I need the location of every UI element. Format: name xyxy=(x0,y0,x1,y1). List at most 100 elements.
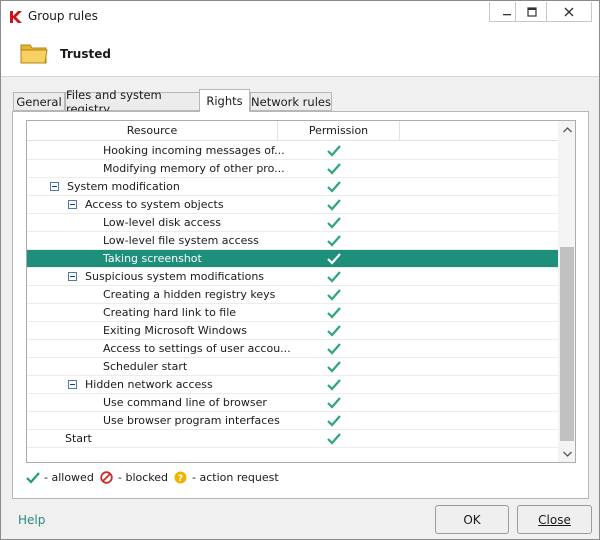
rule-header: Trusted xyxy=(1,31,599,77)
tree-row[interactable]: Access to settings of user accou... xyxy=(27,340,558,358)
tree-row[interactable]: Use browser program interfaces xyxy=(27,412,558,430)
collapse-icon[interactable] xyxy=(68,380,77,389)
check-icon xyxy=(26,471,40,484)
allowed-check-icon[interactable] xyxy=(327,271,341,283)
tree-row[interactable]: Creating a hidden registry keys xyxy=(27,286,558,304)
folder-icon xyxy=(20,44,48,64)
tree-row[interactable]: Hidden network access xyxy=(27,376,558,394)
tree-row[interactable]: Hooking incoming messages of... xyxy=(27,142,558,160)
legend-allowed: - allowed xyxy=(26,471,94,484)
allowed-check-icon[interactable] xyxy=(327,307,341,319)
resource-label: Suspicious system modifications xyxy=(85,270,265,283)
close-button[interactable]: Close xyxy=(517,505,592,534)
resource-label: Hooking incoming messages of... xyxy=(103,144,285,157)
close-button-label: Close xyxy=(538,512,571,527)
scroll-down-button[interactable] xyxy=(558,445,575,462)
maximize-button[interactable] xyxy=(515,2,547,22)
maximize-icon xyxy=(526,6,537,17)
allowed-check-icon[interactable] xyxy=(327,325,341,337)
chevron-up-icon xyxy=(562,126,572,132)
resource-label: Use command line of browser xyxy=(103,396,267,409)
allowed-check-icon[interactable] xyxy=(327,415,341,427)
tab-label: Rights xyxy=(206,94,243,108)
allowed-check-icon[interactable] xyxy=(327,217,341,229)
resource-label: Modifying memory of other pro... xyxy=(103,162,285,175)
resource-label: Creating hard link to file xyxy=(103,306,237,319)
column-header-resource[interactable]: Resource xyxy=(27,121,278,141)
resource-label: Low-level file system access xyxy=(103,234,259,247)
collapse-icon[interactable] xyxy=(68,200,77,209)
column-header: Resource Permission xyxy=(27,121,558,141)
column-header-permission[interactable]: Permission xyxy=(278,121,400,141)
title-bar[interactable]: Group rules xyxy=(1,1,599,31)
tree-row[interactable]: System modification xyxy=(27,178,558,196)
tree-row[interactable]: Creating hard link to file xyxy=(27,304,558,322)
tree-row[interactable]: Low-level disk access xyxy=(27,214,558,232)
tree-row[interactable]: Use command line of browser xyxy=(27,394,558,412)
allowed-check-icon[interactable] xyxy=(327,145,341,157)
tree-row[interactable]: Low-level file system access xyxy=(27,232,558,250)
legend-allowed-label: - allowed xyxy=(44,471,94,484)
resource-label: Exiting Microsoft Windows xyxy=(103,324,247,337)
resource-label: System modification xyxy=(67,180,180,193)
resource-label: Taking screenshot xyxy=(103,252,202,265)
allowed-check-icon[interactable] xyxy=(327,379,341,391)
allowed-check-icon[interactable] xyxy=(327,433,341,445)
tree-row[interactable]: Scheduler start xyxy=(27,358,558,376)
close-icon xyxy=(564,7,574,16)
collapse-icon[interactable] xyxy=(68,272,77,281)
resource-label: Scheduler start xyxy=(103,360,188,373)
resource-label: Access to system objects xyxy=(85,198,224,211)
help-link[interactable]: Help xyxy=(18,513,45,527)
minimize-icon xyxy=(502,13,511,15)
allowed-check-icon[interactable] xyxy=(327,181,341,193)
tree-row[interactable]: Exiting Microsoft Windows xyxy=(27,322,558,340)
tab-general[interactable]: General xyxy=(13,92,65,111)
tree-row[interactable]: Taking screenshot xyxy=(27,250,558,268)
allowed-check-icon[interactable] xyxy=(327,163,341,175)
allowed-check-icon[interactable] xyxy=(327,397,341,409)
group-rules-window: Group rules Trusted General Files and sy… xyxy=(0,0,600,540)
resource-label: Low-level disk access xyxy=(103,216,221,229)
permission-legend: - allowed - blocked ? - action request xyxy=(26,471,426,487)
svg-text:?: ? xyxy=(178,474,183,484)
resource-label: Access to settings of user accou... xyxy=(103,342,291,355)
scroll-thumb[interactable] xyxy=(560,247,574,441)
allowed-check-icon[interactable] xyxy=(327,361,341,373)
legend-action-request: ? - action request xyxy=(174,471,279,484)
close-window-button[interactable] xyxy=(546,2,592,22)
resource-label: Creating a hidden registry keys xyxy=(103,288,276,301)
tree-row[interactable]: Access to system objects xyxy=(27,196,558,214)
tree-row[interactable]: Suspicious system modifications xyxy=(27,268,558,286)
rights-panel: Resource Permission Hooking incoming mes… xyxy=(12,111,589,499)
allowed-check-icon[interactable] xyxy=(327,289,341,301)
tree-row[interactable]: Modifying memory of other pro... xyxy=(27,160,558,178)
collapse-icon[interactable] xyxy=(50,182,59,191)
vertical-scrollbar[interactable] xyxy=(558,121,575,462)
chevron-down-icon xyxy=(562,451,572,457)
ok-button[interactable]: OK xyxy=(435,505,509,534)
allowed-check-icon[interactable] xyxy=(327,343,341,355)
tree-row[interactable]: Start xyxy=(27,430,558,448)
tab-network-rules[interactable]: Network rules xyxy=(250,92,332,111)
blocked-icon xyxy=(100,471,113,484)
question-icon: ? xyxy=(174,471,187,484)
resource-label: Start xyxy=(65,432,92,445)
resource-label: Hidden network access xyxy=(85,378,213,391)
tab-rights[interactable]: Rights xyxy=(199,89,250,112)
legend-action-request-label: - action request xyxy=(192,471,279,484)
window-title: Group rules xyxy=(28,9,98,23)
allowed-check-icon[interactable] xyxy=(327,235,341,247)
rights-tree[interactable]: Resource Permission Hooking incoming mes… xyxy=(26,120,576,463)
tab-label: General xyxy=(16,94,62,109)
resource-label: Use browser program interfaces xyxy=(103,414,280,427)
allowed-check-icon[interactable] xyxy=(327,253,341,265)
group-name: Trusted xyxy=(60,47,111,61)
allowed-check-icon[interactable] xyxy=(327,199,341,211)
kaspersky-k-icon xyxy=(8,9,24,25)
scroll-up-button[interactable] xyxy=(558,121,575,138)
tab-files-and-system-registry[interactable]: Files and system registry xyxy=(65,88,200,116)
legend-blocked: - blocked xyxy=(100,471,168,484)
tab-label: Network rules xyxy=(251,94,331,109)
legend-blocked-label: - blocked xyxy=(118,471,169,484)
